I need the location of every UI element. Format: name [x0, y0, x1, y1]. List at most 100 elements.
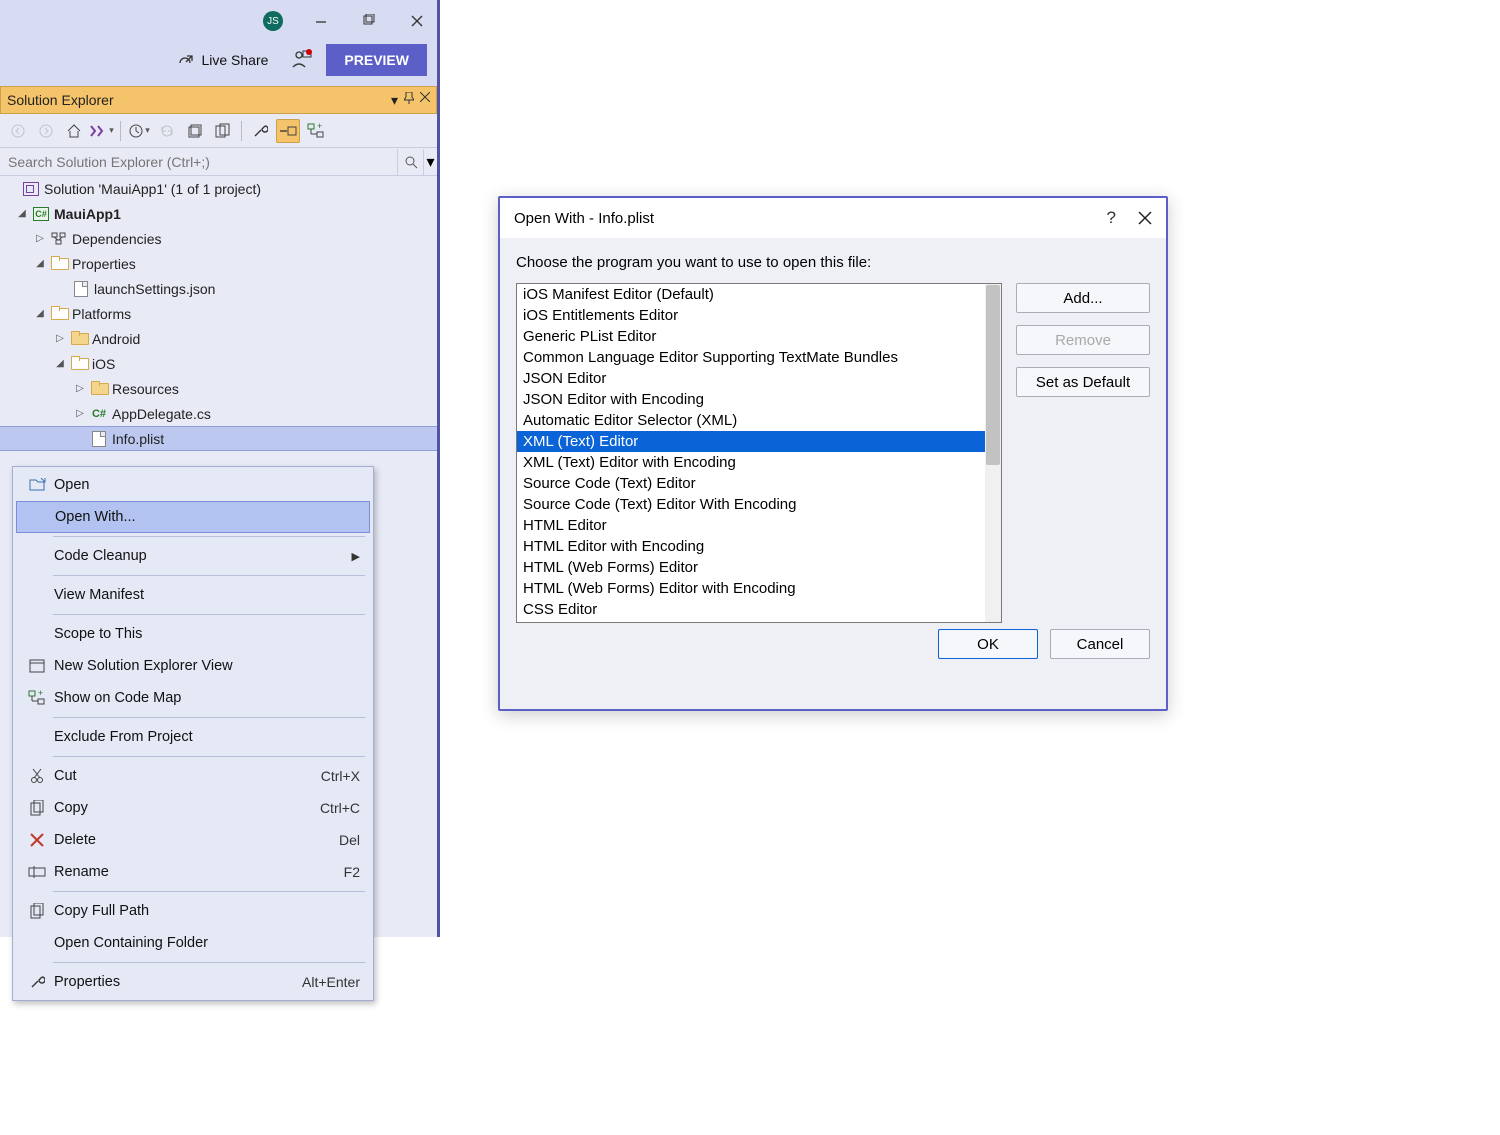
pin-icon[interactable] [404, 92, 414, 109]
solution-label: Solution 'MauiApp1' (1 of 1 project) [44, 181, 261, 197]
appdelegate-node[interactable]: ▷ C# AppDelegate.cs [0, 401, 437, 426]
menu-copy-full-path[interactable]: Copy Full Path [16, 895, 370, 927]
ok-button[interactable]: OK [938, 629, 1038, 659]
dialog-title: Open With - Info.plist [514, 210, 654, 227]
close-button[interactable] [407, 11, 427, 31]
set-default-button[interactable]: Set as Default [1016, 367, 1150, 397]
ios-label: iOS [92, 356, 115, 372]
ios-node[interactable]: ◢ iOS [0, 351, 437, 376]
menu-separator [53, 756, 365, 757]
help-button[interactable]: ? [1107, 208, 1116, 228]
list-item[interactable]: HTML (Web Forms) Editor [517, 557, 1001, 578]
menu-rename[interactable]: Rename F2 [16, 856, 370, 888]
menu-exclude[interactable]: Exclude From Project [16, 721, 370, 753]
menu-open-with[interactable]: Open With... [16, 501, 370, 533]
project-label: MauiApp1 [54, 206, 121, 222]
submenu-arrow-icon: ▶ [346, 550, 360, 563]
menu-separator [53, 891, 365, 892]
menu-cut[interactable]: Cut Ctrl+X [16, 760, 370, 792]
menu-new-se-view[interactable]: New Solution Explorer View [16, 650, 370, 682]
list-item[interactable]: Source Code (Text) Editor [517, 473, 1001, 494]
menu-scope-to-this[interactable]: Scope to This [16, 618, 370, 650]
search-input[interactable] [0, 148, 397, 175]
project-node[interactable]: ◢ C# MauiApp1 [0, 201, 437, 226]
list-item[interactable]: HTML Editor with Encoding [517, 536, 1001, 557]
dialog-close-button[interactable] [1138, 211, 1152, 225]
list-item[interactable]: JSON Editor [517, 368, 1001, 389]
scrollbar-thumb[interactable] [986, 285, 1000, 465]
properties-node[interactable]: ◢ Properties [0, 251, 437, 276]
launchsettings-node[interactable]: launchSettings.json [0, 276, 437, 301]
dependencies-icon [50, 231, 68, 247]
preview-selected-button[interactable] [276, 119, 300, 143]
list-item[interactable]: Source Code (Text) Editor With Encoding [517, 494, 1001, 515]
view-class-diagram-button[interactable]: + [304, 119, 328, 143]
minimize-button[interactable] [311, 11, 331, 31]
menu-open[interactable]: Open [16, 469, 370, 501]
menu-open-containing-folder[interactable]: Open Containing Folder [16, 927, 370, 959]
program-listbox[interactable]: iOS Manifest Editor (Default)iOS Entitle… [516, 283, 1002, 623]
show-all-files-button[interactable] [211, 119, 235, 143]
cancel-button[interactable]: Cancel [1050, 629, 1150, 659]
csproj-icon: C# [32, 206, 50, 222]
resources-node[interactable]: ▷ Resources [0, 376, 437, 401]
sync-button[interactable] [155, 119, 179, 143]
menu-delete[interactable]: Delete Del [16, 824, 370, 856]
menu-copy[interactable]: Copy Ctrl+C [16, 792, 370, 824]
title-bar: JS Live Share PREVIEW [0, 0, 437, 86]
folder-open-icon [70, 356, 88, 372]
live-share-label: Live Share [201, 52, 268, 68]
cut-icon [20, 768, 54, 784]
wrench-icon [20, 974, 54, 990]
dependencies-node[interactable]: ▷ Dependencies [0, 226, 437, 251]
list-item[interactable]: CSS Editor [517, 599, 1001, 620]
menu-properties[interactable]: Properties Alt+Enter [16, 966, 370, 998]
maximize-button[interactable] [359, 11, 379, 31]
menu-separator [53, 536, 365, 537]
properties-label: Properties [72, 256, 136, 272]
solution-explorer-toolbar: ▾ ▾ + [0, 114, 437, 148]
platforms-node[interactable]: ◢ Platforms [0, 301, 437, 326]
live-share-button[interactable]: Live Share [177, 52, 268, 68]
list-item[interactable]: iOS Entitlements Editor [517, 305, 1001, 326]
search-icon[interactable] [397, 149, 423, 175]
svg-text:+: + [38, 690, 43, 698]
android-node[interactable]: ▷ Android [0, 326, 437, 351]
panel-close-icon[interactable] [420, 92, 430, 109]
switch-views-button[interactable]: ▾ [90, 119, 114, 143]
menu-show-code-map[interactable]: + Show on Code Map [16, 682, 370, 714]
list-item[interactable]: HTML Editor [517, 515, 1001, 536]
home-button[interactable] [62, 119, 86, 143]
add-button[interactable]: Add... [1016, 283, 1150, 313]
list-item[interactable]: Common Language Editor Supporting TextMa… [517, 347, 1001, 368]
list-item[interactable]: Automatic Editor Selector (XML) [517, 410, 1001, 431]
user-avatar[interactable]: JS [263, 11, 283, 31]
list-item[interactable]: Generic PList Editor [517, 326, 1001, 347]
list-item[interactable]: HTML (Web Forms) Editor with Encoding [517, 578, 1001, 599]
preview-button[interactable]: PREVIEW [326, 44, 427, 76]
list-item[interactable]: iOS Manifest Editor (Default) [517, 284, 1001, 305]
menu-view-manifest[interactable]: View Manifest [16, 579, 370, 611]
plist-file-icon [90, 431, 108, 447]
search-dropdown-icon[interactable]: ▾ [423, 149, 437, 175]
collapse-all-button[interactable] [183, 119, 207, 143]
list-item[interactable]: XML (Text) Editor [517, 431, 1001, 452]
forward-button[interactable] [34, 119, 58, 143]
solution-explorer-search: ▾ [0, 148, 437, 176]
folder-icon [70, 331, 88, 347]
list-item[interactable]: XML (Text) Editor with Encoding [517, 452, 1001, 473]
scrollbar[interactable] [985, 284, 1001, 622]
pending-changes-button[interactable]: ▾ [127, 119, 151, 143]
list-item[interactable]: JSON Editor with Encoding [517, 389, 1001, 410]
menu-code-cleanup[interactable]: Code Cleanup ▶ [16, 540, 370, 572]
properties-button[interactable] [248, 119, 272, 143]
remove-button[interactable]: Remove [1016, 325, 1150, 355]
infoplist-node[interactable]: Info.plist [0, 426, 437, 451]
infoplist-label: Info.plist [112, 431, 164, 447]
back-button[interactable] [6, 119, 30, 143]
feedback-button[interactable] [290, 49, 312, 71]
panel-dropdown-icon[interactable]: ▾ [391, 92, 398, 109]
solution-node[interactable]: Solution 'MauiApp1' (1 of 1 project) [0, 176, 437, 201]
appdelegate-label: AppDelegate.cs [112, 406, 211, 422]
android-label: Android [92, 331, 140, 347]
